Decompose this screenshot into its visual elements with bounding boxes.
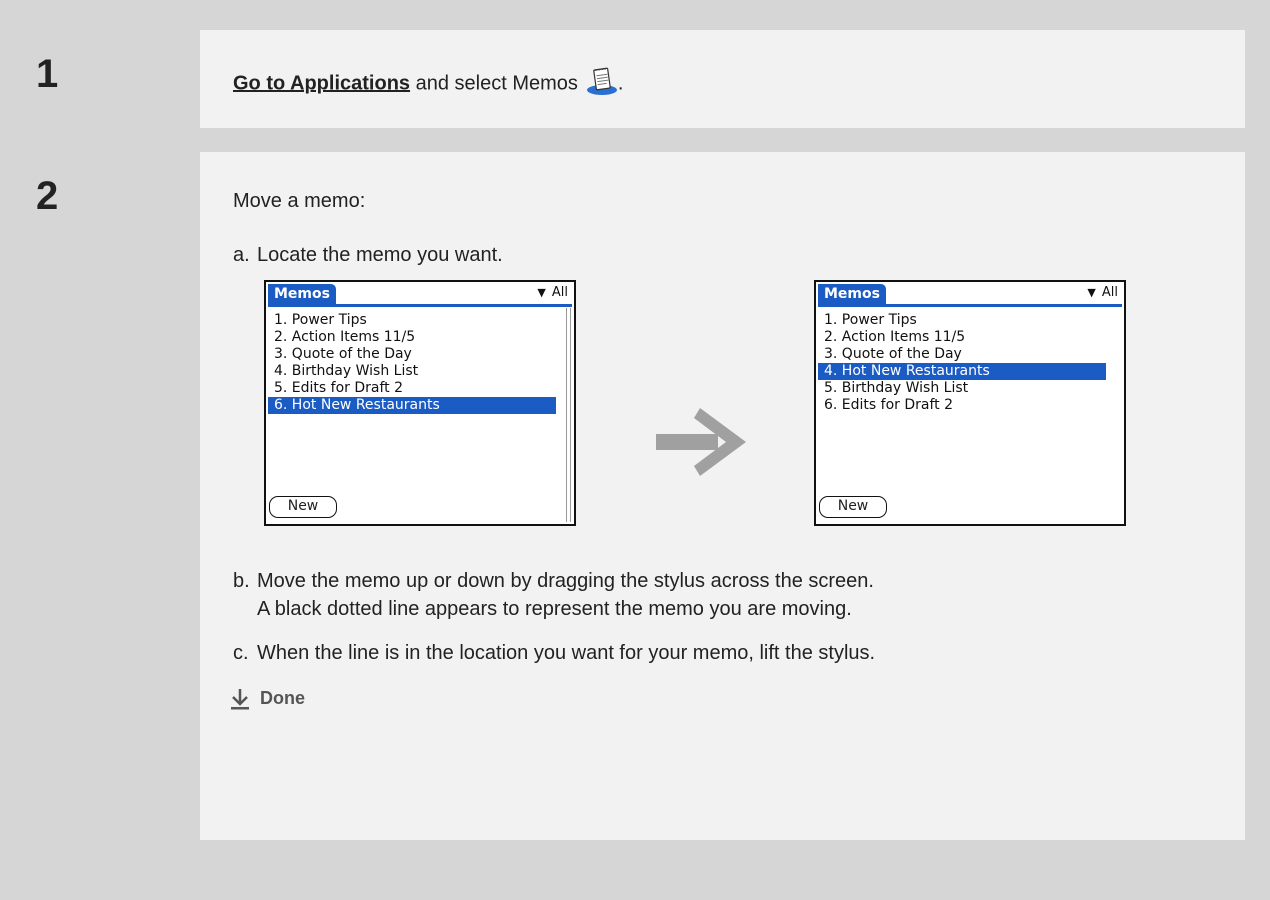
scrollbar[interactable] [566, 308, 571, 522]
substep-a: a. Locate the memo you want. [233, 244, 503, 267]
arrow-right-icon [656, 408, 746, 476]
substep-label: b. [233, 570, 250, 592]
memos-title: Memos [268, 284, 336, 304]
memo-list-item[interactable]: 6. Hot New Restaurants [268, 397, 556, 414]
memos-title: Memos [818, 284, 886, 304]
new-button[interactable]: New [269, 496, 337, 518]
triangle-down-icon: ▼ [1087, 286, 1096, 299]
step-content: Go to Applications and select Memos . [200, 30, 1245, 128]
triangle-down-icon: ▼ [537, 286, 546, 299]
category-picker[interactable]: ▼ All [1087, 285, 1118, 300]
done-indicator: Done [230, 688, 305, 710]
memos-screen-before: Memos ▼ All 1. Power Tips 2. Action Items … [264, 280, 576, 526]
substep-b-continuation: A black dotted line appears to represent… [233, 598, 852, 621]
step-2-intro: Move a memo: [233, 190, 366, 212]
substep-c-text: When the line is in the location you wan… [257, 642, 876, 664]
memo-list-item[interactable]: 3. Quote of the Day [818, 346, 1106, 363]
step-content: Move a memo: a. Locate the memo you want.… [200, 152, 1245, 840]
substep-b-text-line-1: Move the memo up or down by dragging the… [257, 570, 874, 592]
memo-list-item[interactable]: 1. Power Tips [818, 312, 1106, 329]
memo-list-item[interactable]: 6. Edits for Draft 2 [818, 397, 1106, 414]
memo-list-item[interactable]: 3. Quote of the Day [268, 346, 556, 363]
substep-a-text: Locate the memo you want. [257, 244, 503, 266]
substep-label: a. [233, 244, 250, 266]
title-underline [268, 304, 572, 307]
category-label: All [1101, 285, 1118, 300]
memos-title-bar: Memos ▼ All [818, 284, 1122, 307]
page-frame: 1 Go to Applications and select Memos . … [0, 0, 1270, 900]
memos-screen-after: Memos ▼ All 1. Power Tips 2. Action Items … [814, 280, 1126, 526]
substep-b-text-line-2: A black dotted line appears to represent… [257, 598, 852, 620]
category-label: All [551, 285, 568, 300]
memo-list: 1. Power Tips 2. Action Items 11/5 3. Quot… [268, 312, 556, 414]
step-number: 1 [36, 52, 59, 96]
period: . [617, 72, 624, 95]
memo-list-item[interactable]: 2. Action Items 11/5 [268, 329, 556, 346]
substep-label: c. [233, 642, 249, 664]
step-1: 1 Go to Applications and select Memos . [8, 30, 1245, 128]
step-1-text: Go to Applications and select Memos . [233, 66, 623, 102]
substep-b: b. Move the memo up or down by dragging t… [233, 570, 874, 593]
memo-list-item[interactable]: 2. Action Items 11/5 [818, 329, 1106, 346]
title-underline [818, 304, 1122, 307]
step-number: 2 [36, 174, 59, 218]
memo-list-item[interactable]: 5. Edits for Draft 2 [268, 380, 556, 397]
memo-list-item[interactable]: 4. Hot New Restaurants [818, 363, 1106, 380]
step-2: 2 Move a memo: a. Locate the memo you wan… [8, 152, 1245, 840]
memos-notepad-icon [586, 66, 618, 102]
new-button[interactable]: New [819, 496, 887, 518]
memo-list: 1. Power Tips 2. Action Items 11/5 3. Quot… [818, 312, 1106, 414]
memo-list-item[interactable]: 4. Birthday Wish List [268, 363, 556, 380]
select-memos-text: and select Memos [410, 72, 578, 95]
memo-list-item[interactable]: 5. Birthday Wish List [818, 380, 1106, 397]
done-label: Done [260, 688, 305, 708]
arrow-down-icon [231, 689, 249, 710]
memo-list-item[interactable]: 1. Power Tips [268, 312, 556, 329]
category-picker[interactable]: ▼ All [537, 285, 568, 300]
memos-title-bar: Memos ▼ All [268, 284, 572, 307]
go-to-applications-link[interactable]: Go to Applications [233, 72, 410, 94]
substep-c: c. When the line is in the location you w… [233, 642, 875, 665]
